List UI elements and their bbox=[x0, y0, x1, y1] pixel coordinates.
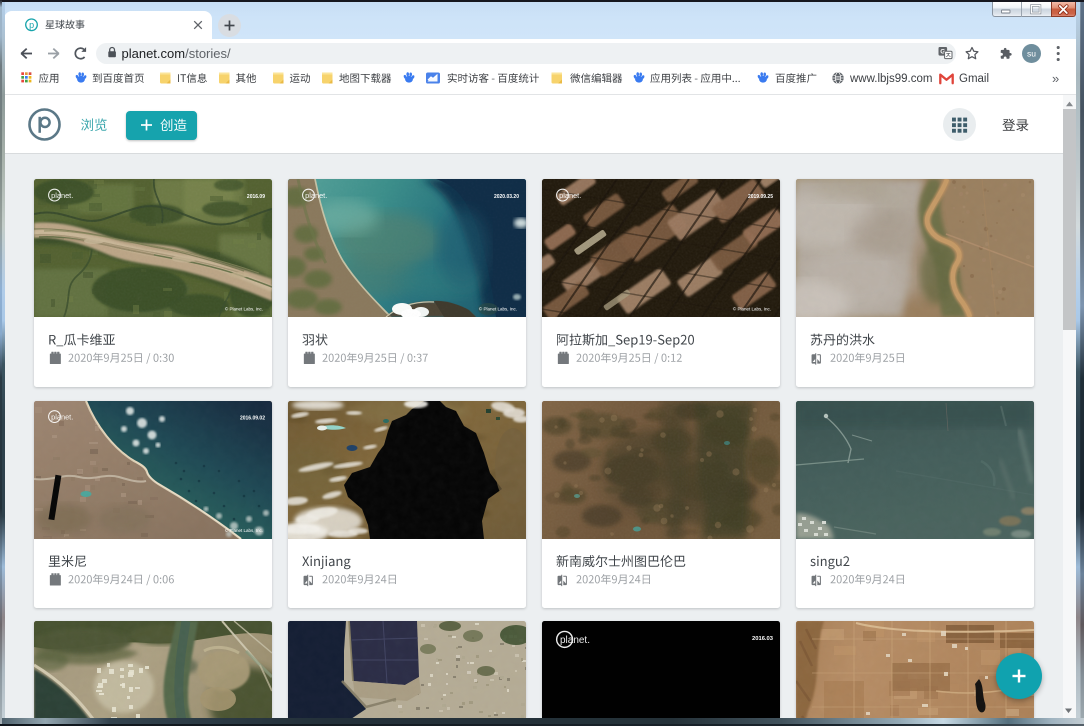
svg-text:© Planet Labs, Inc.: © Planet Labs, Inc. bbox=[733, 306, 771, 312]
svg-text:planet.: planet. bbox=[51, 412, 73, 421]
svg-text:© Planet Labs, Inc.: © Planet Labs, Inc. bbox=[225, 306, 263, 312]
svg-text:www.lbjs99.com: www.lbjs99.com bbox=[849, 73, 932, 85]
svg-text:»: » bbox=[1052, 71, 1059, 86]
svg-text:planet.: planet. bbox=[560, 635, 590, 646]
svg-text:© Planet Labs, Inc.: © Planet Labs, Inc. bbox=[479, 306, 517, 312]
svg-text:Gmail: Gmail bbox=[959, 73, 989, 85]
svg-text:planet.: planet. bbox=[305, 191, 327, 200]
svg-text:su: su bbox=[1027, 49, 1036, 59]
svg-text:2016.09.02: 2016.09.02 bbox=[240, 416, 265, 422]
svg-text:p: p bbox=[29, 20, 34, 30]
svg-text:© Planet Labs, Inc.: © Planet Labs, Inc. bbox=[225, 527, 263, 533]
svg-text:2016.03: 2016.03 bbox=[752, 636, 774, 642]
svg-text:2016.09: 2016.09 bbox=[247, 194, 265, 200]
svg-text:planet.: planet. bbox=[51, 191, 73, 200]
svg-text:2020.03.20: 2020.03.20 bbox=[494, 194, 519, 200]
svg-text:planet.: planet. bbox=[559, 191, 581, 200]
svg-text:2019.09.25: 2019.09.25 bbox=[748, 194, 773, 200]
svg-text:planet.com/stories/: planet.com/stories/ bbox=[122, 46, 231, 61]
